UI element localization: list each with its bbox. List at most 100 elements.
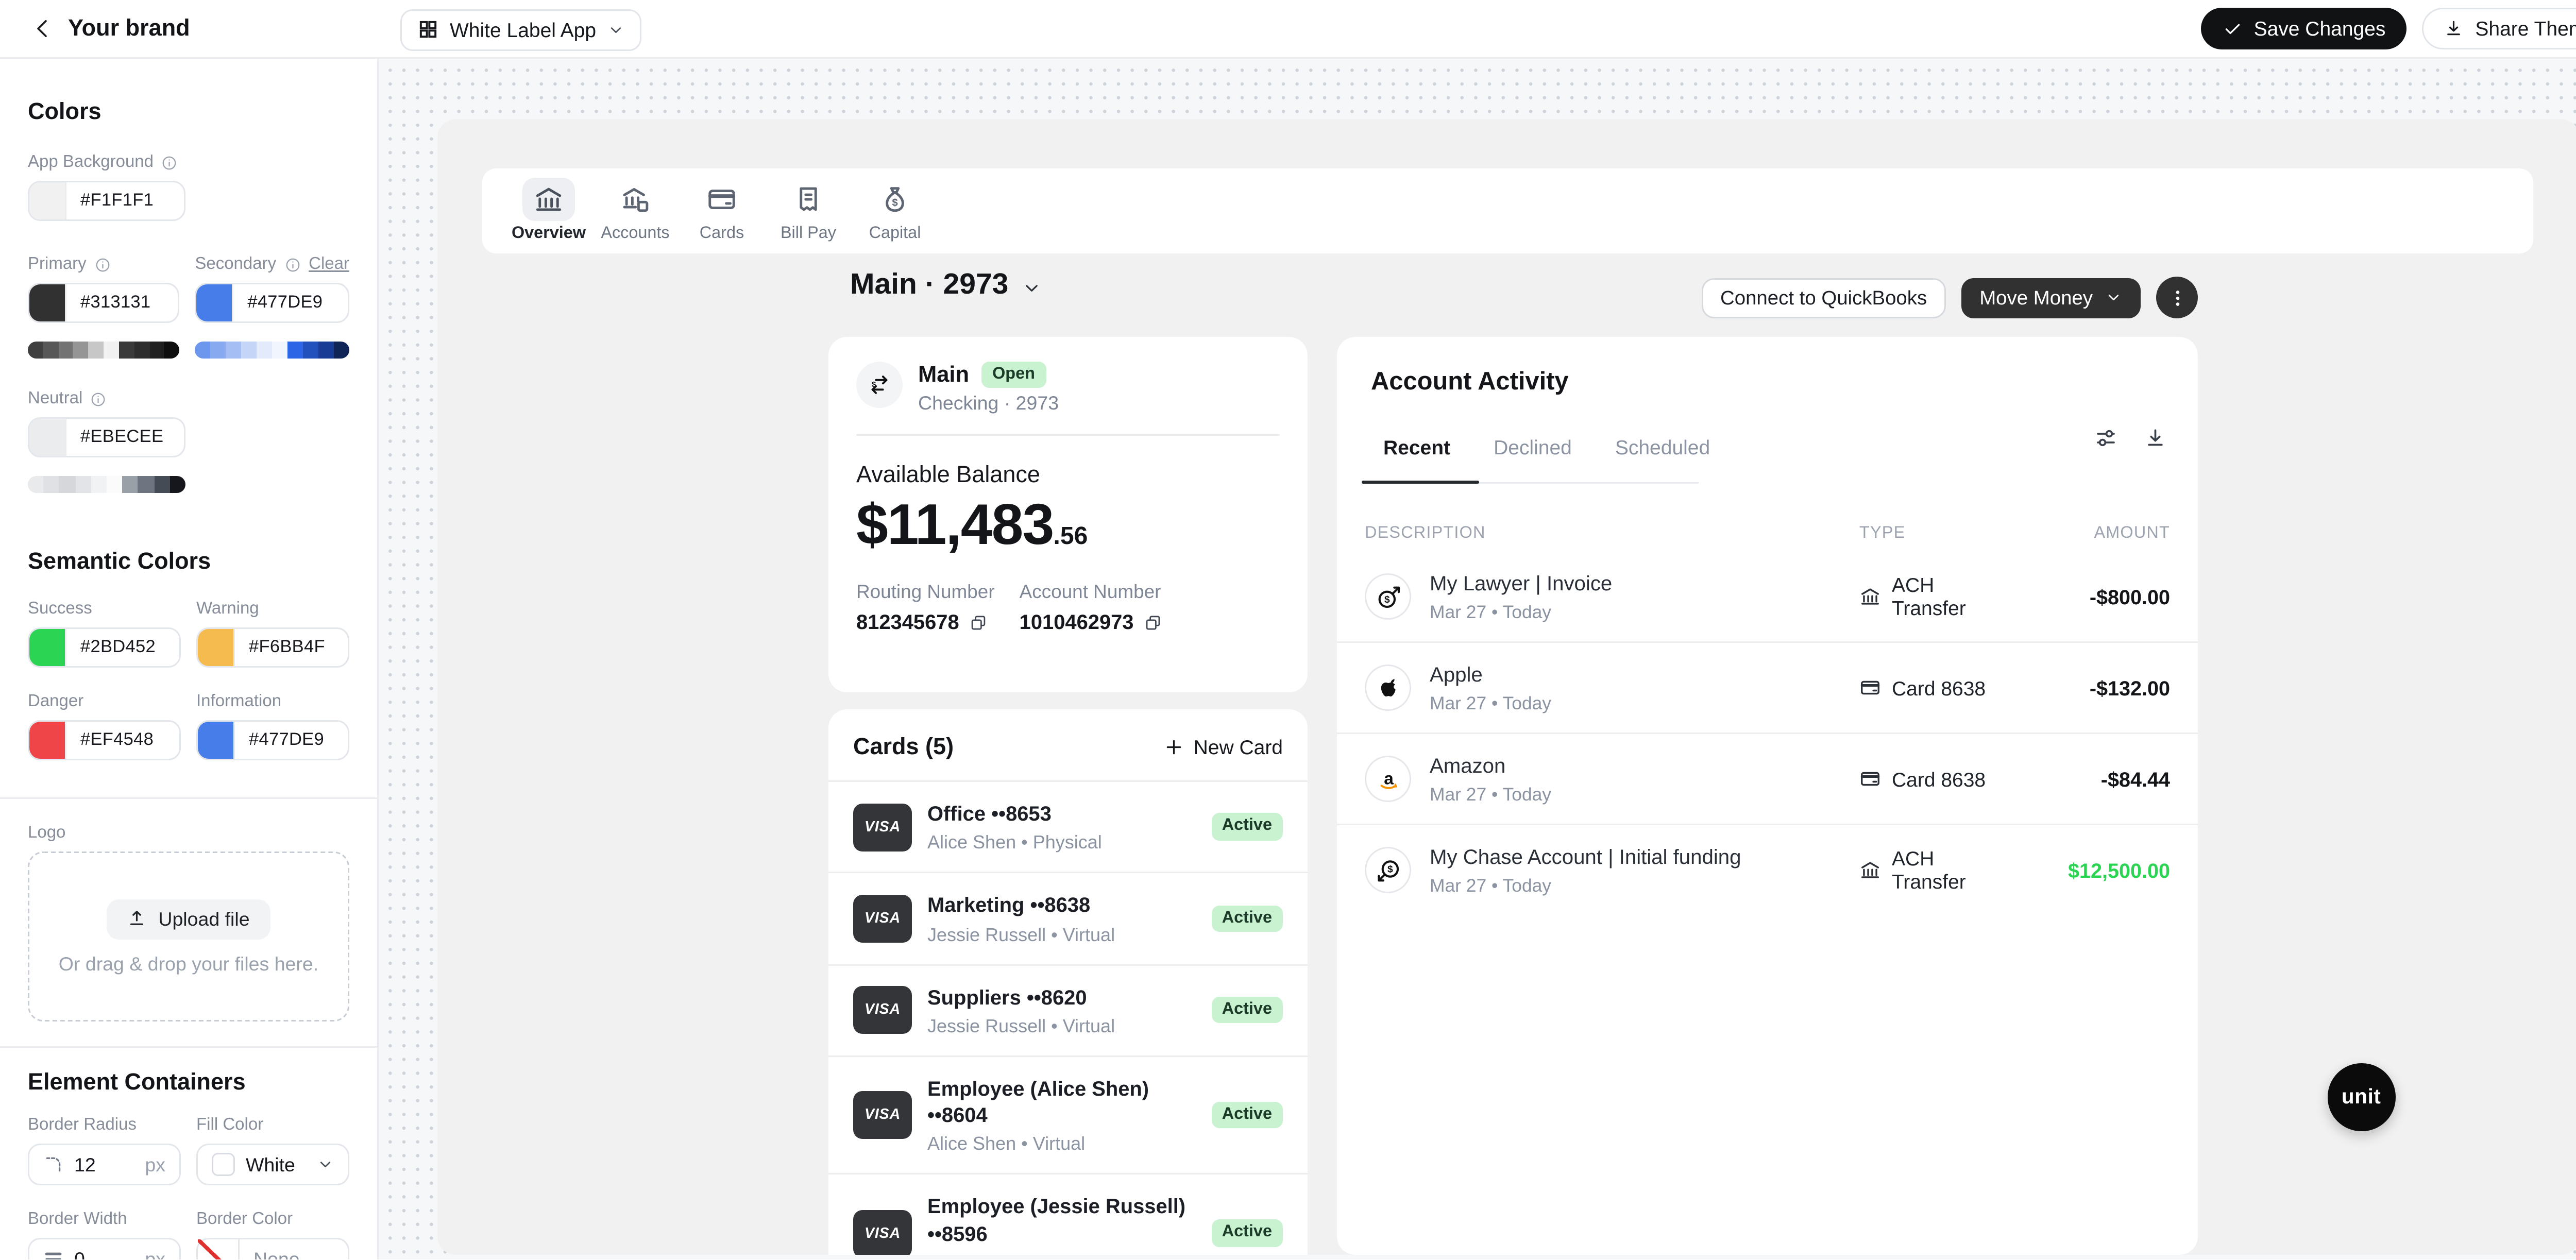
- border-radius-input[interactable]: 12 px: [28, 1144, 181, 1185]
- activity-row[interactable]: a AmazonMar 27 • Today Card 8638 -$84.44: [1337, 733, 2198, 824]
- visa-card-art: VISA: [853, 1210, 912, 1255]
- border-color-input[interactable]: None: [196, 1238, 349, 1260]
- success-color-input[interactable]: #2BD452: [28, 627, 181, 668]
- border-width-field: Border Width 0 px: [28, 1210, 181, 1260]
- back-button[interactable]: [26, 13, 57, 44]
- radius-icon: [43, 1154, 63, 1174]
- svg-text:a: a: [1383, 769, 1393, 788]
- account-number-block: Account Number 1010462973: [1020, 582, 1162, 634]
- copy-icon[interactable]: [969, 614, 987, 632]
- connect-quickbooks-button[interactable]: Connect to QuickBooks: [1702, 278, 1945, 318]
- header-actions: Save Changes Share Theme: [2201, 8, 2576, 49]
- unit-logo-button[interactable]: unit: [2328, 1063, 2395, 1131]
- shade-segment: [59, 476, 75, 493]
- shade-segment: [241, 342, 257, 359]
- fill-color-select[interactable]: White: [196, 1144, 349, 1185]
- fill-color-field: Fill Color White: [196, 1116, 349, 1185]
- tab-label: Cards: [700, 225, 744, 243]
- top-header: Your brand White Label App Save Changes …: [0, 0, 2576, 59]
- fill-color-label: Fill Color: [196, 1116, 263, 1134]
- preview-nav-bar: OverviewAccounts Cards Bill Pay$Capital: [482, 168, 2533, 253]
- card-title: Employee (Alice Shen) ••8604: [927, 1076, 1190, 1129]
- danger-color-input[interactable]: #EF4548: [28, 720, 181, 760]
- hex-value: #2BD452: [66, 638, 170, 657]
- fill-color-value: White: [246, 1154, 295, 1176]
- clear-secondary-link[interactable]: Clear: [309, 255, 349, 274]
- activity-row[interactable]: $ My Lawyer | InvoiceMar 27 • Today ACH …: [1337, 552, 2198, 641]
- visa-card-art: VISA: [853, 1091, 912, 1139]
- card-list-item[interactable]: VISA Suppliers ••8620Jessie Russell • Vi…: [828, 964, 1308, 1055]
- primary-color-input[interactable]: #313131: [28, 283, 179, 323]
- more-options-button[interactable]: [2156, 277, 2198, 318]
- preview-area: OverviewAccounts Cards Bill Pay$Capital Ma…: [379, 59, 2576, 1260]
- shade-segment: [226, 342, 241, 359]
- routing-number-value: 812345678: [856, 611, 959, 634]
- secondary-color-input[interactable]: #477DE9: [195, 283, 349, 323]
- preview-tab-accounts[interactable]: Accounts: [592, 178, 679, 243]
- accounts-icon: [609, 178, 662, 222]
- info-icon[interactable]: [90, 390, 107, 407]
- share-theme-button[interactable]: Share Theme: [2422, 8, 2576, 49]
- copy-icon[interactable]: [1143, 614, 1162, 632]
- activity-tab-declined[interactable]: Declined: [1472, 431, 1594, 465]
- neutral-color-input[interactable]: #EBECEE: [28, 417, 185, 457]
- svg-text:$: $: [1383, 594, 1389, 605]
- color-swatch: [29, 722, 66, 759]
- save-changes-button[interactable]: Save Changes: [2201, 8, 2408, 49]
- card-status-badge: Active: [1211, 1220, 1283, 1247]
- new-card-button[interactable]: New Card: [1164, 736, 1283, 759]
- information-color-input[interactable]: #477DE9: [196, 720, 349, 760]
- preview-tab-bill-pay[interactable]: Bill Pay: [765, 178, 852, 243]
- info-icon[interactable]: [161, 154, 178, 171]
- receipt-icon: [782, 178, 835, 222]
- shade-segment: [318, 342, 334, 359]
- card-list-item[interactable]: VISA Employee (Alice Shen) ••8604Alice S…: [828, 1055, 1308, 1174]
- app-background-field: App Background #F1F1F1: [28, 153, 349, 221]
- upload-file-label: Upload file: [158, 908, 249, 930]
- hex-value: #F1F1F1: [66, 192, 167, 210]
- hex-value: #F6BB4F: [235, 638, 339, 657]
- card-list-item[interactable]: VISA Employee (Jessie Russell) ••8596Jes…: [828, 1173, 1308, 1255]
- account-number-value: 1010462973: [1020, 611, 1134, 634]
- cards-panel: Cards (5) New Card VISA Office ••8653Ali…: [828, 709, 1308, 1255]
- activity-tab-recent[interactable]: Recent: [1362, 431, 1472, 465]
- card-list-item[interactable]: VISA Marketing ••8638Jessie Russell • Vi…: [828, 872, 1308, 964]
- preview-tab-capital[interactable]: $Capital: [852, 178, 938, 243]
- card-meta: Jessie Russell • Virtual: [927, 924, 1190, 945]
- app-background-input[interactable]: #F1F1F1: [28, 181, 185, 221]
- shade-segment: [123, 476, 139, 493]
- visa-logo: VISA: [865, 1106, 901, 1123]
- account-switcher[interactable]: Main · 2973: [850, 269, 1042, 303]
- colors-section-title: Colors: [28, 99, 349, 125]
- activity-tab-scheduled[interactable]: Scheduled: [1594, 431, 1732, 465]
- logo-dropzone[interactable]: Upload file Or drag & drop your files he…: [28, 852, 349, 1021]
- filter-icon[interactable]: [2094, 427, 2117, 450]
- activity-row[interactable]: $ My Chase Account | Initial fundingMar …: [1337, 824, 2198, 915]
- color-swatch: [29, 419, 66, 456]
- warning-color-input[interactable]: #F6BB4F: [196, 627, 349, 668]
- secondary-label: Secondary: [195, 255, 276, 274]
- preview-tab-cards[interactable]: Cards: [679, 178, 765, 243]
- card-list-item[interactable]: VISA Office ••8653Alice Shen • Physical …: [828, 782, 1308, 872]
- info-icon[interactable]: [94, 256, 111, 273]
- app-switcher-button[interactable]: White Label App: [400, 9, 641, 50]
- export-icon[interactable]: [2144, 427, 2167, 450]
- info-icon[interactable]: [284, 256, 301, 273]
- fill-color-swatch: [212, 1153, 235, 1176]
- shade-segment: [154, 476, 170, 493]
- success-color-field: Success #2BD452: [28, 600, 181, 668]
- shade-segment: [91, 476, 107, 493]
- hex-value: #477DE9: [235, 731, 338, 750]
- download-icon: [2444, 19, 2464, 39]
- activity-row[interactable]: AppleMar 27 • Today Card 8638 -$132.00: [1337, 641, 2198, 733]
- column-header-type: TYPE: [1859, 524, 2012, 542]
- border-width-input[interactable]: 0 px: [28, 1238, 181, 1260]
- unit-suffix: px: [145, 1248, 165, 1260]
- save-changes-label: Save Changes: [2254, 17, 2386, 40]
- upload-file-button[interactable]: Upload file: [107, 899, 269, 939]
- unit-suffix: px: [145, 1154, 165, 1176]
- activity-amount: -$800.00: [2031, 585, 2170, 608]
- card-meta: Alice Shen • Physical: [927, 832, 1190, 854]
- preview-tab-overview[interactable]: Overview: [505, 178, 592, 243]
- move-money-button[interactable]: Move Money: [1961, 278, 2141, 318]
